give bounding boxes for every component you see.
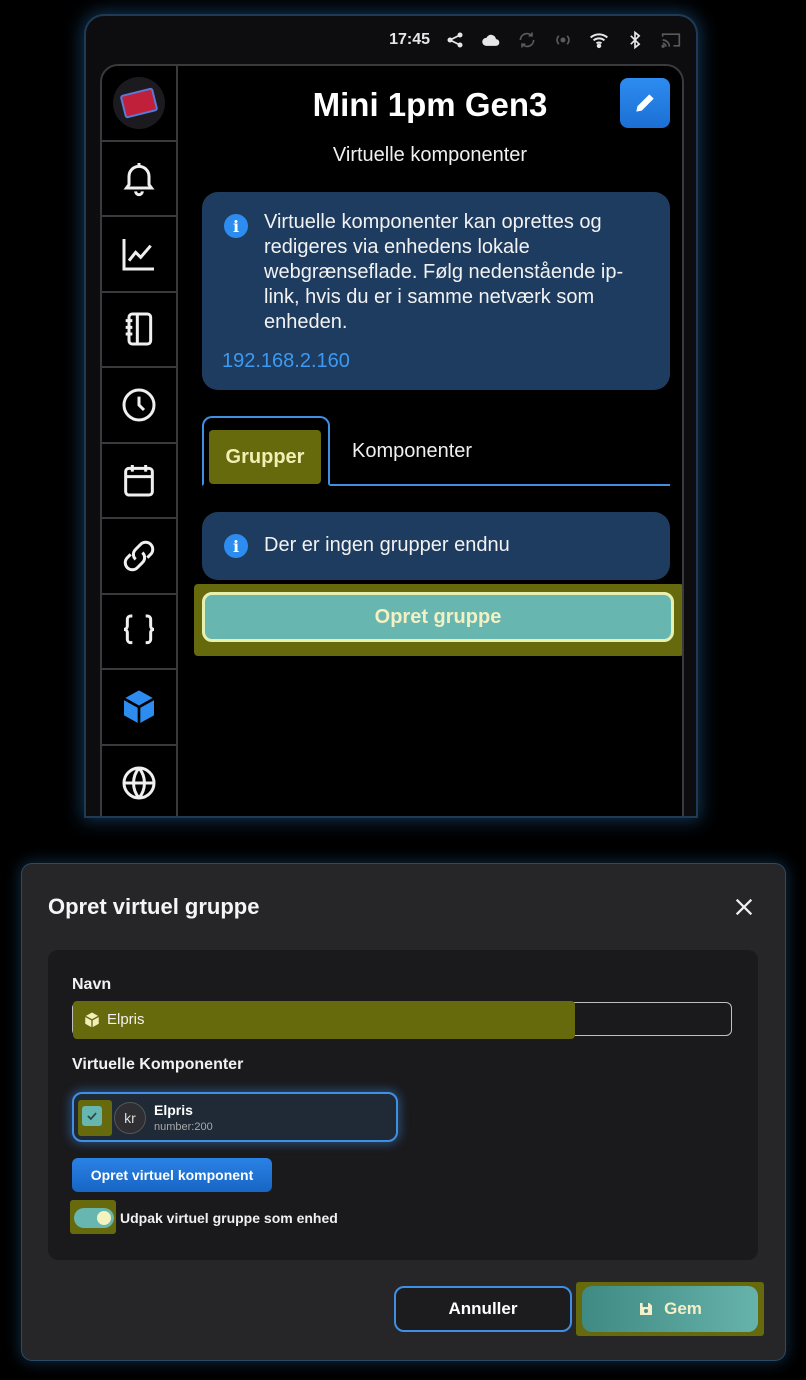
clock-icon bbox=[122, 388, 156, 422]
components-label: Virtuelle Komponenter bbox=[72, 1056, 244, 1073]
unpack-toggle[interactable] bbox=[74, 1208, 114, 1228]
sidebar-item-links[interactable] bbox=[102, 519, 176, 595]
name-field[interactable]: Elpris bbox=[72, 1001, 732, 1039]
bluetooth-icon bbox=[624, 29, 646, 51]
save-button[interactable]: Gem bbox=[582, 1286, 758, 1332]
info-card: i Virtuelle komponenter kan oprettes og … bbox=[202, 192, 670, 390]
cube-icon bbox=[84, 1012, 100, 1028]
globe-icon bbox=[122, 766, 156, 800]
pencil-icon bbox=[636, 94, 654, 112]
sidebar-item-statistics[interactable] bbox=[102, 217, 176, 293]
app-frame: Mini 1pm Gen3 Virtuelle komponenter i Vi… bbox=[100, 64, 684, 816]
wifi-icon bbox=[588, 29, 610, 51]
create-group-dialog: Opret virtuel gruppe Navn Elpris Virtuel… bbox=[22, 864, 785, 1360]
sidebar-item-device[interactable] bbox=[102, 66, 176, 142]
edit-button[interactable] bbox=[620, 78, 670, 128]
add-virtual-component-button[interactable]: Opret virtuel komponent bbox=[72, 1158, 272, 1192]
cancel-button[interactable]: Annuller bbox=[394, 1286, 572, 1332]
name-value: Elpris bbox=[107, 1011, 145, 1028]
cloud-icon bbox=[480, 29, 502, 51]
info-icon: i bbox=[224, 214, 248, 238]
floppy-icon bbox=[640, 1303, 653, 1315]
create-group-button[interactable]: Opret gruppe bbox=[202, 592, 674, 642]
sidebar-item-virtual-components[interactable] bbox=[102, 670, 176, 746]
sidebar-item-notifications[interactable] bbox=[102, 142, 176, 217]
close-icon bbox=[735, 898, 753, 916]
share-icon bbox=[444, 29, 466, 51]
create-group-highlight: Opret gruppe bbox=[194, 584, 682, 656]
tab-grupper[interactable]: Grupper bbox=[202, 416, 330, 486]
notebook-icon bbox=[125, 312, 153, 346]
component-checkbox[interactable] bbox=[82, 1106, 102, 1126]
main-content: Mini 1pm Gen3 Virtuelle komponenter i Vi… bbox=[190, 66, 682, 816]
dialog-body: Navn Elpris Virtuelle Komponenter kr Elp… bbox=[48, 950, 758, 1260]
chart-icon bbox=[122, 238, 154, 271]
info-text: Virtuelle komponenter kan oprettes og re… bbox=[264, 211, 624, 333]
name-field-highlight bbox=[73, 1001, 575, 1039]
calendar-icon bbox=[124, 465, 154, 497]
empty-state-text: Der er ingen grupper endnu bbox=[264, 534, 510, 556]
braces-icon bbox=[123, 614, 155, 645]
close-button[interactable] bbox=[729, 892, 759, 922]
sidebar-item-scripts[interactable] bbox=[102, 595, 176, 670]
status-bar: 17:45 bbox=[86, 16, 696, 64]
phone-screen: 17:45 Mini 1pm Gen3 Virtuelle komponente… bbox=[86, 16, 696, 816]
dialog-title: Opret virtuel gruppe bbox=[48, 894, 260, 919]
unpack-toggle-label: Udpak virtuel gruppe som enhed bbox=[120, 1210, 338, 1226]
sidebar-item-calendar[interactable] bbox=[102, 444, 176, 519]
device-logo-icon bbox=[113, 76, 165, 129]
toggle-knob bbox=[97, 1211, 111, 1225]
status-time: 17:45 bbox=[389, 31, 430, 48]
broadcast-icon bbox=[552, 29, 574, 51]
check-icon bbox=[87, 1112, 97, 1121]
sidebar-item-schedule[interactable] bbox=[102, 368, 176, 444]
cast-icon bbox=[660, 29, 682, 51]
name-label: Navn bbox=[72, 976, 112, 993]
sidebar-item-web[interactable] bbox=[102, 746, 176, 817]
tab-bar: Grupper Komponenter bbox=[202, 416, 670, 486]
money-bag-icon: kr bbox=[114, 1102, 146, 1134]
component-id: number:200 bbox=[154, 1121, 213, 1133]
tab-komponenter[interactable]: Komponenter bbox=[352, 440, 472, 463]
cube-icon bbox=[123, 690, 155, 724]
info-icon: i bbox=[224, 534, 248, 558]
device-title: Mini 1pm Gen3 bbox=[312, 86, 548, 123]
page-subtitle: Virtuelle komponenter bbox=[332, 144, 528, 166]
sidebar-item-log[interactable] bbox=[102, 293, 176, 368]
sidebar bbox=[102, 66, 178, 816]
sync-icon bbox=[516, 29, 538, 51]
empty-state-card: i Der er ingen grupper endnu bbox=[202, 512, 670, 580]
tab-grupper-label: Grupper bbox=[209, 430, 321, 484]
component-name: Elpris bbox=[154, 1102, 193, 1118]
link-icon bbox=[123, 540, 155, 571]
save-label: Gem bbox=[664, 1299, 702, 1318]
bell-icon bbox=[123, 163, 155, 197]
ip-link[interactable]: 192.168.2.160 bbox=[222, 350, 350, 373]
component-item[interactable]: kr Elpris number:200 bbox=[72, 1092, 398, 1142]
